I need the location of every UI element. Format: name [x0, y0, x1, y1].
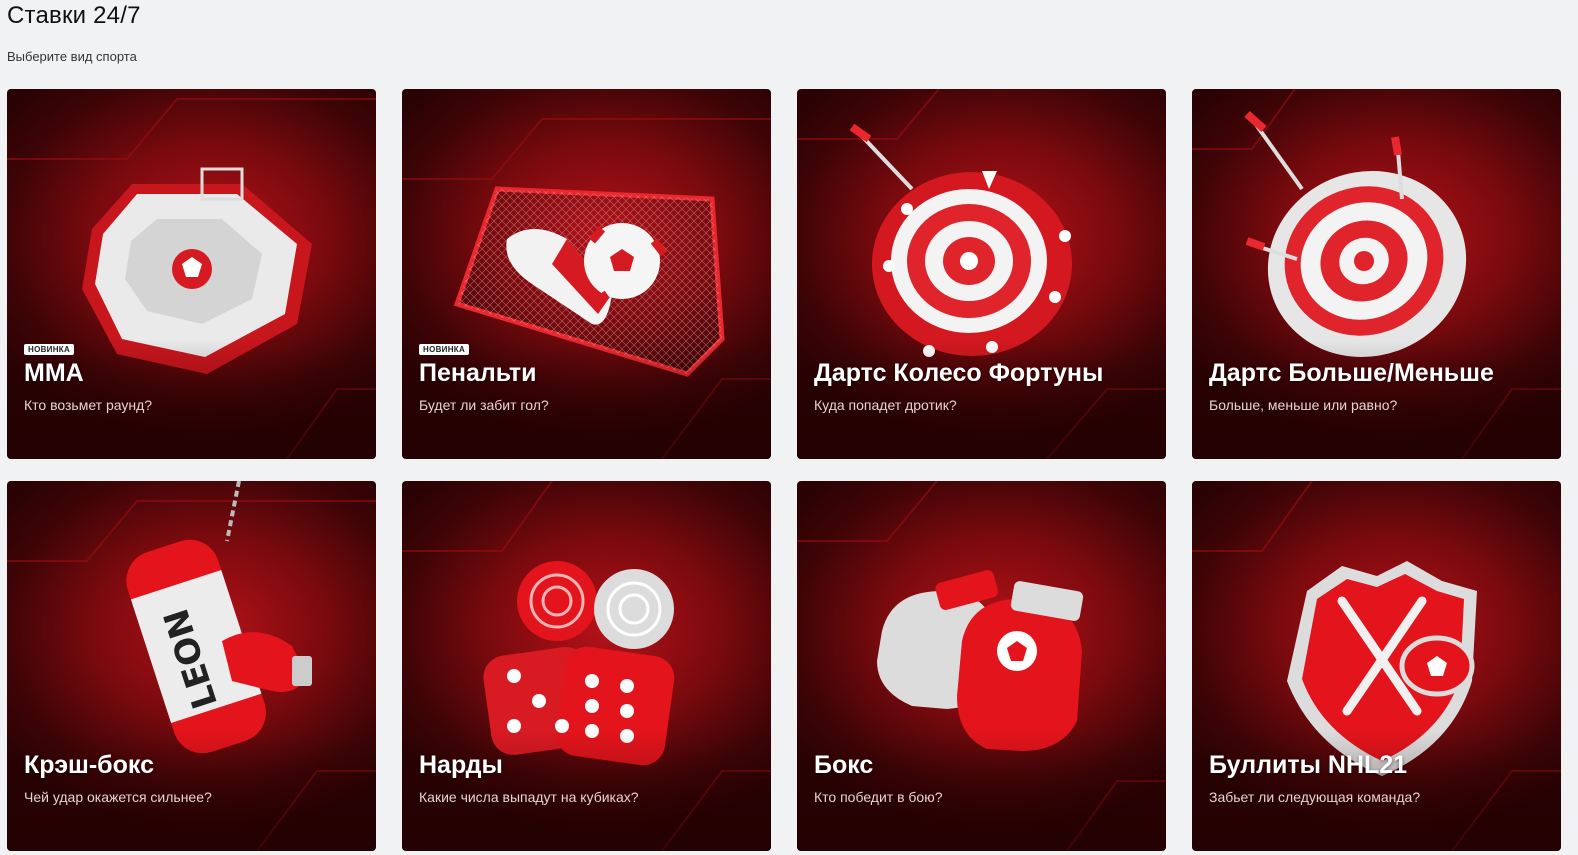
card-subtitle: Кто возьмет раунд?	[24, 397, 153, 413]
card-title: Дартс Больше/Меньше	[1209, 359, 1494, 387]
sport-card-darts-wheel[interactable]: Дартс Колесо Фортуны Куда попадет дротик…	[797, 89, 1166, 459]
page-subtitle: Выберите вид спорта	[7, 49, 137, 64]
sports-grid: НОВИНКА MMA Кто возьмет раунд? НОВИНКА П…	[7, 89, 1561, 851]
card-subtitle: Куда попадет дротик?	[814, 397, 957, 413]
card-text: Нарды Какие числа выпадут на кубиках?	[419, 751, 759, 851]
new-badge: НОВИНКА	[24, 344, 75, 355]
card-text: Дартс Больше/Меньше Больше, меньше или р…	[1209, 359, 1549, 459]
card-title: MMA	[24, 359, 84, 387]
card-text: Буллиты NHL21 Забьет ли следующая команд…	[1209, 751, 1549, 851]
card-text: НОВИНКА MMA Кто возьмет раунд?	[24, 339, 364, 459]
card-title: Буллиты NHL21	[1209, 751, 1408, 779]
sport-card-penalty[interactable]: НОВИНКА Пенальти Будет ли забит гол?	[402, 89, 771, 459]
card-subtitle: Какие числа выпадут на кубиках?	[419, 789, 639, 805]
card-title: Дартс Колесо Фортуны	[814, 359, 1104, 387]
card-title: Бокс	[814, 751, 874, 779]
card-subtitle: Забьет ли следующая команда?	[1209, 789, 1421, 805]
page-title: Ставки 24/7	[7, 2, 141, 29]
card-subtitle: Будет ли забит гол?	[419, 397, 549, 413]
sport-card-crash-box[interactable]: LEON Крэш-бокс Чей удар окажется сильнее…	[7, 481, 376, 851]
card-text: НОВИНКА Пенальти Будет ли забит гол?	[419, 339, 759, 459]
new-badge: НОВИНКА	[419, 344, 470, 355]
card-title: Крэш-бокс	[24, 751, 154, 779]
sport-card-darts-hilo[interactable]: Дартс Больше/Меньше Больше, меньше или р…	[1192, 89, 1561, 459]
sport-card-nhl-shootout[interactable]: Буллиты NHL21 Забьет ли следующая команд…	[1192, 481, 1561, 851]
card-text: Дартс Колесо Фортуны Куда попадет дротик…	[814, 359, 1154, 459]
sport-card-mma[interactable]: НОВИНКА MMA Кто возьмет раунд?	[7, 89, 376, 459]
card-title: Нарды	[419, 751, 503, 779]
card-subtitle: Кто победит в бою?	[814, 789, 943, 805]
sport-card-backgammon[interactable]: Нарды Какие числа выпадут на кубиках?	[402, 481, 771, 851]
card-text: Бокс Кто победит в бою?	[814, 751, 1154, 851]
card-text: Крэш-бокс Чей удар окажется сильнее?	[24, 751, 364, 851]
sport-card-boxing[interactable]: Бокс Кто победит в бою?	[797, 481, 1166, 851]
card-subtitle: Чей удар окажется сильнее?	[24, 789, 212, 805]
card-title: Пенальти	[419, 359, 537, 387]
card-subtitle: Больше, меньше или равно?	[1209, 397, 1398, 413]
